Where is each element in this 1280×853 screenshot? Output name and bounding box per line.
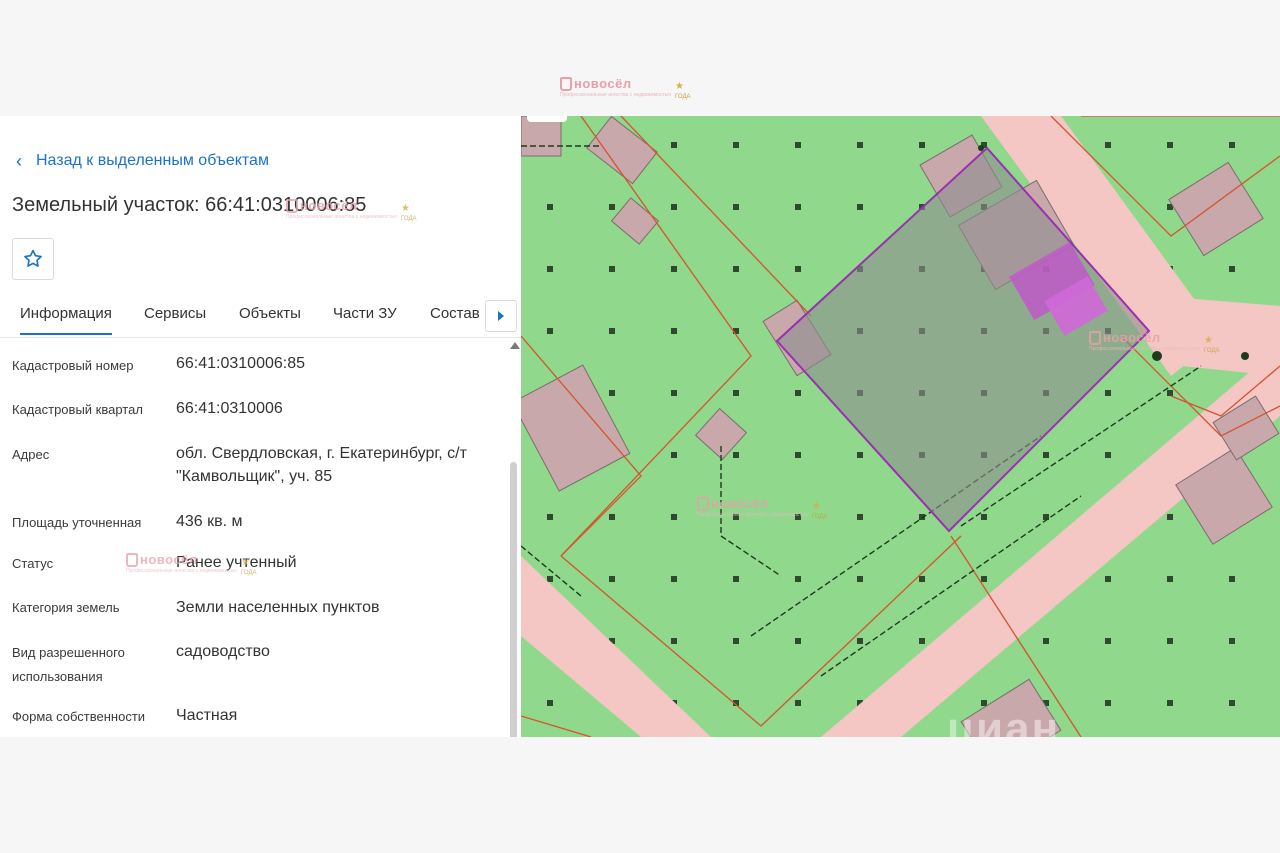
scroll-up-arrow-icon[interactable]: [510, 342, 520, 349]
star-icon: ★: [675, 81, 684, 92]
watermark-years: ГОДА: [1204, 348, 1220, 354]
watermark-years: ГОДА: [401, 216, 417, 222]
info-value-ownership: Частная: [176, 707, 238, 724]
watermark-years: ГОДА: [675, 94, 691, 100]
cian-watermark: циан: [947, 704, 1061, 737]
info-value-area: 436 кв. м: [176, 513, 243, 530]
watermark-brand: новосёл: [711, 496, 769, 511]
house-icon: [560, 76, 572, 91]
watermark-tagline: Профессиональные агенства с недвижимость…: [560, 92, 671, 98]
watermark-brand: новосёл: [140, 552, 198, 567]
app-root: новосёл Профессиональные агенства с недв…: [0, 0, 1280, 853]
star-icon: ★: [812, 501, 821, 512]
watermark-logo-map-right: новосёл Профессиональные агенства с недв…: [1089, 330, 1220, 354]
watermark-brand: новосёл: [574, 76, 632, 91]
tab-parts[interactable]: Части ЗУ: [333, 305, 397, 322]
info-label-ownership: Форма собственности: [12, 709, 146, 724]
house-icon: [1089, 330, 1101, 345]
watermark-logo-top: новосёл Профессиональные агенства с недв…: [560, 76, 691, 100]
info-label-cadastral-quarter: Кадастровый квартал: [12, 402, 143, 417]
info-value-cadastral-number: 66:41:0310006:85: [176, 355, 306, 372]
watermark-logo-status: новосёл Профессиональные агенства с недв…: [126, 552, 257, 576]
watermark-logo-map-center: новосёл Профессиональные агенства с недв…: [697, 496, 828, 520]
star-icon: ★: [401, 203, 410, 214]
info-value-cadastral-quarter: 66:41:0310006: [176, 400, 283, 417]
watermark-years: ГОДА: [241, 570, 257, 576]
info-label-address: Адрес: [12, 447, 50, 462]
info-label-area: Площадь уточненная: [12, 515, 142, 530]
watermark-tagline: Профессиональные агенства с недвижимость…: [1089, 346, 1200, 352]
house-icon: [286, 198, 298, 213]
cadastral-map[interactable]: новосёл Профессиональные агенства с недв…: [521, 116, 1280, 737]
caret-right-icon: [498, 311, 504, 321]
watermark-years: ГОДА: [812, 514, 828, 520]
watermark-brand: новосёл: [1103, 330, 1161, 345]
tab-objects[interactable]: Объекты: [239, 305, 301, 322]
tabs-scroll-right-button[interactable]: [485, 300, 517, 332]
star-icon: ★: [241, 557, 250, 568]
star-icon: ★: [1204, 335, 1213, 346]
info-label-permitted-use: Вид разрешенного использования: [12, 645, 125, 684]
tab-bar: Информация Сервисы Объекты Части ЗУ Сост…: [0, 292, 521, 338]
star-outline-icon: [24, 249, 42, 267]
info-label-cadastral-number: Кадастровый номер: [12, 358, 134, 373]
info-value-permitted-use: садоводство: [176, 643, 270, 660]
tab-services[interactable]: Сервисы: [144, 305, 206, 322]
info-panel: ‹ Назад к выделенным объектам Земельный …: [0, 116, 521, 737]
watermark-tagline: Профессиональные агенства с недвижимость…: [126, 568, 237, 574]
info-value-address: обл. Свердловская, г. Екатеринбург, с/т …: [176, 445, 467, 485]
info-value-land-category: Земли населенных пунктов: [176, 599, 380, 616]
watermark-logo-title: новосёл Профессиональные агенства с недв…: [286, 198, 417, 222]
panel-scrollbar[interactable]: [508, 340, 520, 737]
house-icon: [697, 496, 709, 511]
map-control-tab[interactable]: [527, 116, 567, 122]
map-canvas[interactable]: [521, 116, 1280, 737]
favorite-button[interactable]: [12, 238, 54, 280]
tab-information[interactable]: Информация: [20, 305, 112, 335]
chevron-left-icon: ‹: [16, 151, 22, 171]
watermark-tagline: Профессиональные агенства с недвижимость…: [286, 214, 397, 220]
scroll-thumb[interactable]: [510, 462, 517, 737]
back-to-selected-link[interactable]: ‹ Назад к выделенным объектам: [16, 152, 269, 170]
watermark-tagline: Профессиональные агенства с недвижимость…: [697, 512, 808, 518]
back-link-label: Назад к выделенным объектам: [36, 152, 269, 169]
watermark-brand: новосёл: [300, 198, 358, 213]
house-icon: [126, 552, 138, 567]
info-label-land-category: Категория земель: [12, 600, 120, 615]
tab-composition[interactable]: Состав: [430, 305, 480, 322]
